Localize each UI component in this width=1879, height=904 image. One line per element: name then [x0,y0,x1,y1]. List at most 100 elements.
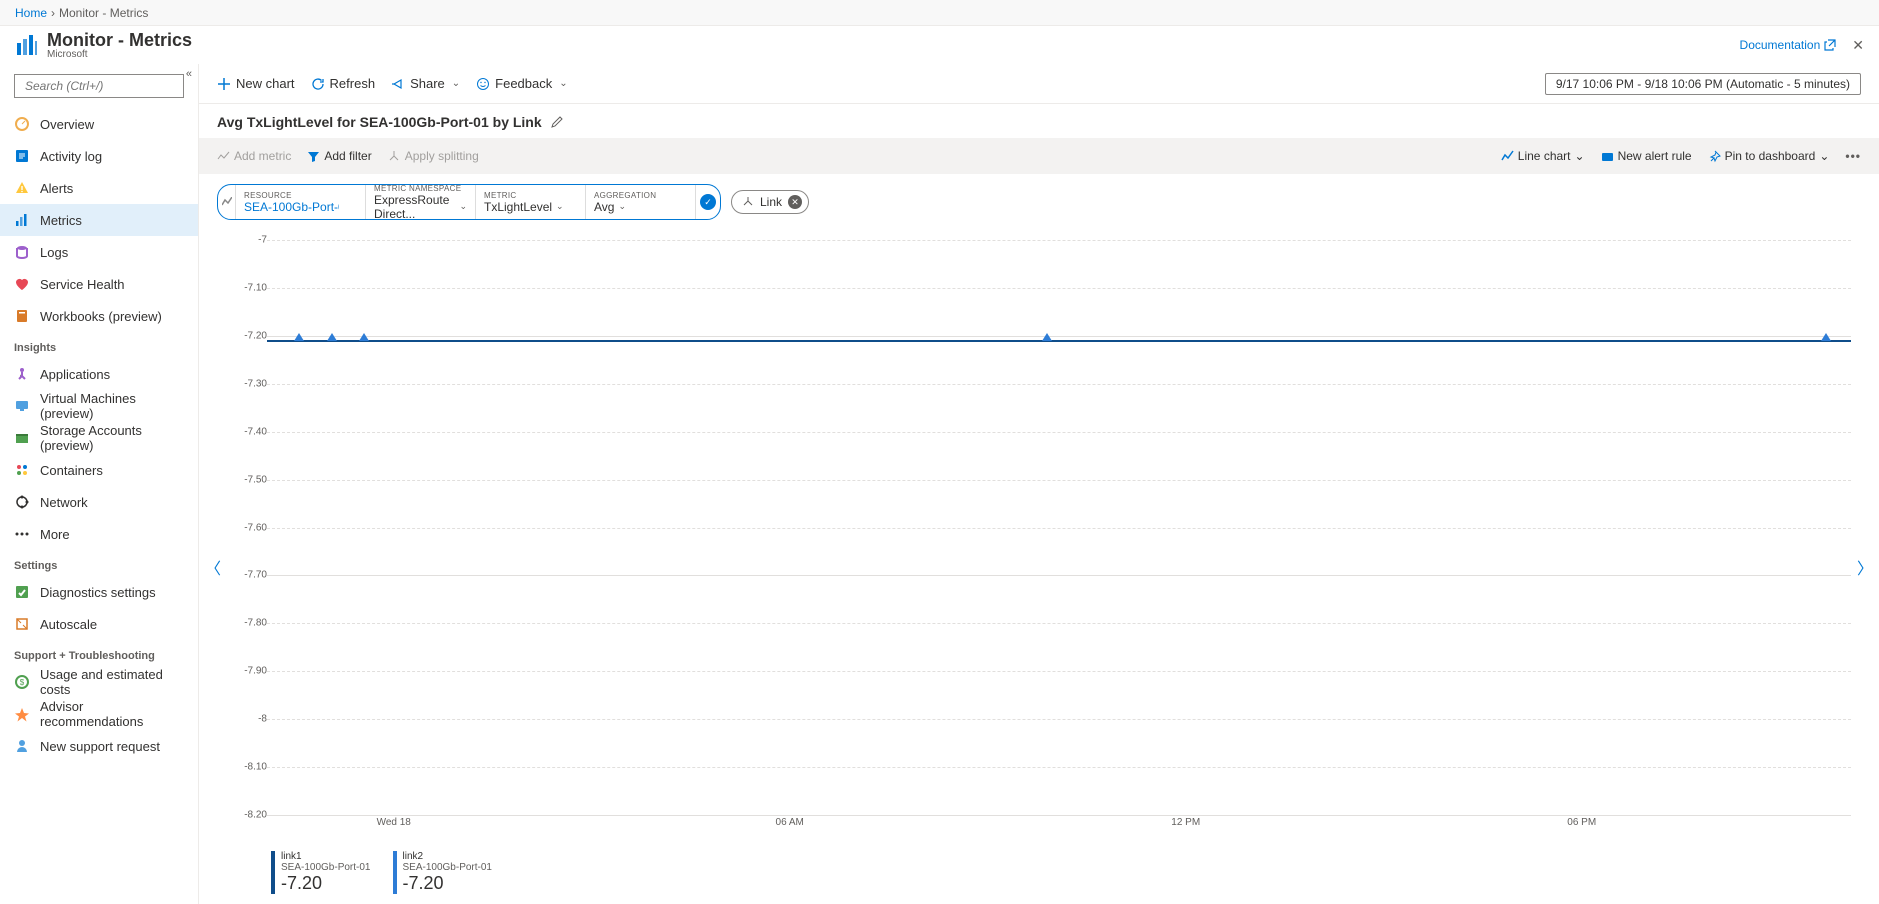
nav-icon [14,308,30,324]
sidebar-item-metrics[interactable]: Metrics [0,204,198,236]
legend-resource: SEA-100Gb-Port-01 [281,862,371,873]
sidebar-item-advisor-recommendations[interactable]: Advisor recommendations [0,698,198,730]
nav-icon [14,366,30,382]
sidebar-item-containers[interactable]: Containers [0,454,198,486]
nav-icon [14,244,30,260]
series-color-swatch[interactable] [218,185,236,219]
sidebar-item-autoscale[interactable]: Autoscale [0,608,198,640]
refresh-button[interactable]: Refresh [311,76,376,91]
metric-selector[interactable]: TxLightLevel⌄ [484,200,577,214]
main-toolbar: New chart Refresh Share⌄ Feedback⌄ 9/17 … [199,64,1879,104]
legend-item[interactable]: link2SEA-100Gb-Port-01-7.20 [393,851,493,894]
nav-icon [14,398,30,414]
add-metric-button[interactable]: Add metric [217,149,291,163]
edit-icon[interactable] [550,115,564,129]
chart-canvas[interactable]: -8.20-8.10-8-7.90-7.80-7.70-7.60-7.50-7.… [227,240,1851,845]
chart-next-button[interactable]: 〉 [1857,555,1873,579]
legend-color-bar [393,851,397,894]
time-range-picker[interactable]: 9/17 10:06 PM - 9/18 10:06 PM (Automatic… [1545,73,1861,95]
chevron-down-icon: ⌄ [559,78,567,89]
nav-section-support: Support + Troubleshooting [0,640,198,666]
legend-name: link2 [403,851,493,862]
apply-splitting-button[interactable]: Apply splitting [388,149,479,163]
sidebar-search[interactable] [14,74,184,98]
y-tick: -8.20 [244,810,267,821]
nav-icon [14,706,30,722]
nav-icon: $ [14,674,30,690]
sidebar-item-storage-accounts-preview-[interactable]: Storage Accounts (preview) [0,422,198,454]
x-tick: 06 AM [776,817,804,828]
series-marker-link2 [294,333,304,341]
y-tick: -7.70 [244,570,267,581]
x-tick: Wed 18 [377,817,411,828]
chevron-down-icon: ⌄ [618,201,626,212]
breadcrumb-current: Monitor - Metrics [59,6,148,20]
sidebar-item-network[interactable]: Network [0,486,198,518]
y-tick: -7.60 [244,522,267,533]
nav-label: Network [40,495,88,510]
sidebar-item-more[interactable]: More [0,518,198,550]
legend-resource: SEA-100Gb-Port-01 [403,862,493,873]
more-menu-button[interactable]: ••• [1845,149,1861,163]
breadcrumb-home[interactable]: Home [15,6,47,20]
close-button[interactable]: ✕ [1852,37,1864,54]
collapse-sidebar-button[interactable]: « [186,68,192,80]
add-metric-icon [217,150,230,163]
y-tick: -7.30 [244,378,267,389]
nav-icon [14,462,30,478]
new-alert-button[interactable]: New alert rule [1601,149,1692,163]
metric-selector-row: RESOURCE METRIC NAMESPACE ExpressRoute D… [199,174,1879,230]
chevron-down-icon: ⌄ [452,78,460,89]
filter-icon [307,150,320,163]
sidebar-item-applications[interactable]: Applications [0,358,198,390]
sidebar-item-alerts[interactable]: Alerts [0,172,198,204]
chart-type-selector[interactable]: Line chart⌄ [1501,149,1585,163]
sidebar-item-workbooks-preview-[interactable]: Workbooks (preview) [0,300,198,332]
chevron-down-icon: ⌄ [1819,149,1829,163]
nav-label: Workbooks (preview) [40,309,162,324]
remove-filter-button[interactable]: ✕ [788,195,802,209]
nav-icon [14,430,30,446]
sidebar: « OverviewActivity logAlertsMetricsLogsS… [0,64,199,904]
nav-label: New support request [40,739,160,754]
plus-icon [217,77,231,91]
sidebar-item-usage-and-estimated-costs[interactable]: $ Usage and estimated costs [0,666,198,698]
sidebar-item-logs[interactable]: Logs [0,236,198,268]
metric-pill: RESOURCE METRIC NAMESPACE ExpressRoute D… [217,184,721,220]
documentation-link[interactable]: Documentation [1740,38,1837,52]
search-input[interactable] [25,79,182,93]
apply-check-icon[interactable]: ✓ [700,194,716,210]
new-chart-button[interactable]: New chart [217,76,295,91]
resource-selector[interactable] [244,200,339,214]
y-tick: -7.10 [244,282,267,293]
sidebar-item-overview[interactable]: Overview [0,108,198,140]
sidebar-item-virtual-machines-preview-[interactable]: Virtual Machines (preview) [0,390,198,422]
nav-label: More [40,527,70,542]
share-button[interactable]: Share⌄ [391,76,460,91]
chart-legend: link1SEA-100Gb-Port-01-7.20link2SEA-100G… [227,845,1851,904]
feedback-button[interactable]: Feedback⌄ [476,76,567,91]
sidebar-item-diagnostics-settings[interactable]: Diagnostics settings [0,576,198,608]
nav-section-settings: Settings [0,550,198,576]
nav-label: Alerts [40,181,73,196]
y-tick: -8.10 [244,762,267,773]
sidebar-item-activity-log[interactable]: Activity log [0,140,198,172]
series-marker-link2 [327,333,337,341]
series-marker-link2 [1042,333,1052,341]
chart-prev-button[interactable]: 〈 [205,555,221,579]
nav-label: Usage and estimated costs [40,667,184,697]
nav-icon [14,738,30,754]
add-filter-button[interactable]: Add filter [307,149,371,163]
y-tick: -7.50 [244,474,267,485]
nav-icon [14,616,30,632]
namespace-selector[interactable]: ExpressRoute Direct...⌄ [374,193,467,221]
pin-to-dashboard-button[interactable]: Pin to dashboard⌄ [1708,149,1830,163]
series-line-link1 [267,340,1851,342]
filter-chip-link[interactable]: Link ✕ [731,190,809,214]
aggregation-label: AGGREGATION [594,191,687,200]
legend-item[interactable]: link1SEA-100Gb-Port-01-7.20 [271,851,371,894]
aggregation-selector[interactable]: Avg⌄ [594,200,687,214]
sidebar-item-service-health[interactable]: Service Health [0,268,198,300]
nav-label: Activity log [40,149,102,164]
sidebar-item-new-support-request[interactable]: New support request [0,730,198,762]
